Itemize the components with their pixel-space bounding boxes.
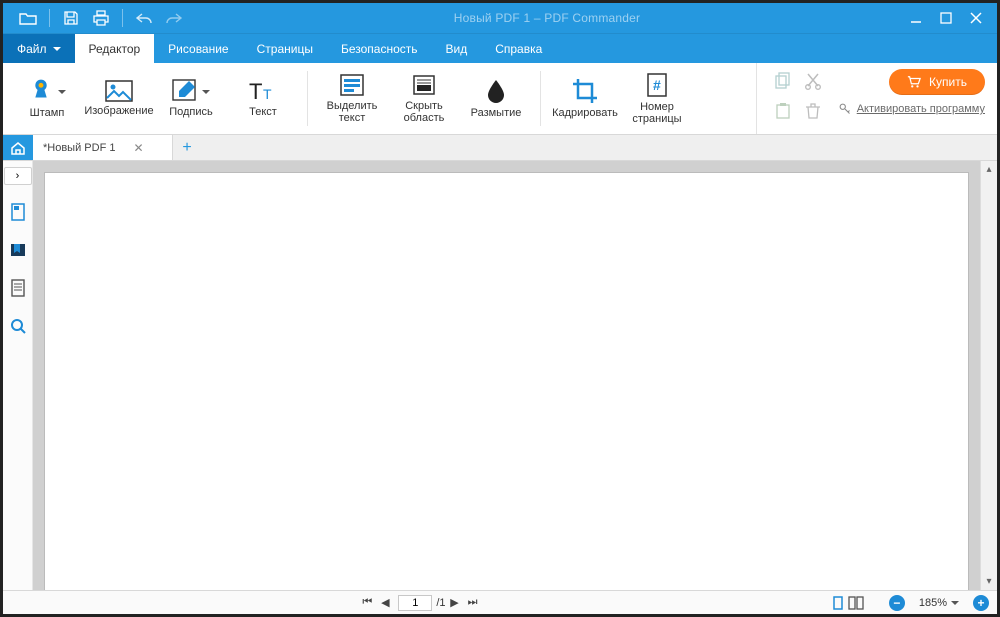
menubar: Файл Редактор Рисование Страницы Безопас… bbox=[3, 33, 997, 63]
side-panel: › bbox=[3, 161, 33, 590]
chevron-down-icon bbox=[202, 90, 210, 94]
menu-drawing[interactable]: Рисование bbox=[154, 34, 242, 63]
svg-text:T: T bbox=[249, 79, 262, 103]
zoom-dropdown[interactable]: 185% bbox=[913, 597, 965, 609]
menu-editor[interactable]: Редактор bbox=[75, 34, 155, 63]
ribbon: Штамп Изображение Подпись TT Текст Выдел… bbox=[3, 63, 997, 135]
cart-icon bbox=[907, 75, 921, 89]
hide-area-label: Скрыть область bbox=[388, 101, 460, 124]
menu-pages[interactable]: Страницы bbox=[243, 34, 327, 63]
menu-drawing-label: Рисование bbox=[168, 42, 228, 56]
add-tab-button[interactable]: + bbox=[173, 135, 201, 160]
signature-button[interactable]: Подпись bbox=[155, 64, 227, 134]
crop-label: Кадрировать bbox=[552, 108, 618, 120]
menu-help[interactable]: Справка bbox=[481, 34, 556, 63]
copy-icon[interactable] bbox=[771, 69, 795, 93]
first-page-button[interactable]: ⏮ bbox=[358, 594, 376, 612]
home-tab[interactable] bbox=[3, 135, 33, 160]
page-number-input[interactable] bbox=[398, 595, 432, 611]
home-icon bbox=[10, 141, 26, 155]
thumbnails-icon[interactable] bbox=[7, 201, 29, 223]
menu-security-label: Безопасность bbox=[341, 42, 418, 56]
zoom-in-button[interactable]: + bbox=[973, 595, 989, 611]
separator bbox=[122, 9, 123, 27]
zoom-value: 185% bbox=[919, 597, 947, 609]
two-page-view-icon[interactable] bbox=[847, 594, 865, 612]
page-number-label: Номер страницы bbox=[621, 102, 693, 125]
menu-help-label: Справка bbox=[495, 42, 542, 56]
page-number-button[interactable]: # Номер страницы bbox=[621, 64, 693, 134]
image-button[interactable]: Изображение bbox=[83, 64, 155, 134]
menu-file[interactable]: Файл bbox=[3, 34, 75, 63]
paste-icon[interactable] bbox=[771, 99, 795, 123]
blur-label: Размытие bbox=[471, 108, 522, 120]
document-page[interactable] bbox=[45, 173, 968, 590]
menu-pages-label: Страницы bbox=[257, 42, 313, 56]
redo-icon[interactable] bbox=[159, 3, 189, 33]
scroll-down-icon[interactable]: ▾ bbox=[981, 573, 997, 590]
plus-icon: + bbox=[182, 139, 191, 157]
prev-page-button[interactable]: ◀ bbox=[376, 594, 394, 612]
close-button[interactable] bbox=[965, 7, 987, 29]
stamp-label: Штамп bbox=[30, 108, 65, 120]
minimize-button[interactable] bbox=[905, 7, 927, 29]
open-file-icon[interactable] bbox=[13, 3, 43, 33]
canvas-viewport[interactable] bbox=[33, 161, 980, 590]
buy-label: Купить bbox=[929, 75, 967, 89]
maximize-button[interactable] bbox=[935, 7, 957, 29]
single-page-view-icon[interactable] bbox=[829, 594, 847, 612]
window-title: Новый PDF 1 – PDF Commander bbox=[189, 11, 905, 25]
save-icon[interactable] bbox=[56, 3, 86, 33]
work-area: › ▴ ▾ bbox=[3, 161, 997, 590]
delete-icon[interactable] bbox=[801, 99, 825, 123]
undo-icon[interactable] bbox=[129, 3, 159, 33]
activate-label: Активировать программу bbox=[857, 103, 985, 115]
menu-file-label: Файл bbox=[17, 42, 47, 56]
scroll-up-icon[interactable]: ▴ bbox=[981, 161, 997, 178]
search-icon[interactable] bbox=[7, 315, 29, 337]
blur-button[interactable]: Размытие bbox=[460, 64, 532, 134]
hide-area-button[interactable]: Скрыть область bbox=[388, 64, 460, 134]
text-button[interactable]: TT Текст bbox=[227, 64, 299, 134]
cut-icon[interactable] bbox=[801, 69, 825, 93]
key-icon bbox=[839, 103, 851, 115]
highlight-button[interactable]: Выделить текст bbox=[316, 64, 388, 134]
titlebar: Новый PDF 1 – PDF Commander bbox=[3, 3, 997, 33]
menu-security[interactable]: Безопасность bbox=[327, 34, 432, 63]
document-tabs: *Новый PDF 1 ✕ + bbox=[3, 135, 997, 161]
highlight-label: Выделить текст bbox=[316, 101, 388, 124]
separator bbox=[49, 9, 50, 27]
signature-label: Подпись bbox=[169, 107, 213, 119]
svg-text:#: # bbox=[653, 77, 661, 93]
vertical-scrollbar[interactable]: ▴ ▾ bbox=[980, 161, 997, 590]
canvas: ▴ ▾ bbox=[33, 161, 997, 590]
menu-view-label: Вид bbox=[446, 42, 468, 56]
page-total: /1 bbox=[436, 597, 445, 609]
image-label: Изображение bbox=[84, 106, 153, 118]
chevron-down-icon bbox=[53, 47, 61, 51]
svg-text:T: T bbox=[263, 86, 272, 102]
close-tab-icon[interactable]: ✕ bbox=[133, 141, 143, 155]
activate-link[interactable]: Активировать программу bbox=[839, 103, 985, 115]
print-icon[interactable] bbox=[86, 3, 116, 33]
menu-view[interactable]: Вид bbox=[432, 34, 482, 63]
document-tab-title: *Новый PDF 1 bbox=[43, 142, 115, 154]
text-label: Текст bbox=[249, 107, 277, 119]
zoom-out-button[interactable]: − bbox=[889, 595, 905, 611]
buy-button[interactable]: Купить bbox=[889, 69, 985, 95]
chevron-down-icon bbox=[58, 90, 66, 94]
chevron-down-icon bbox=[951, 601, 959, 605]
crop-button[interactable]: Кадрировать bbox=[549, 64, 621, 134]
last-page-button[interactable]: ⏭ bbox=[464, 594, 482, 612]
document-tab[interactable]: *Новый PDF 1 ✕ bbox=[33, 135, 173, 160]
bookmarks-icon[interactable] bbox=[7, 239, 29, 261]
next-page-button[interactable]: ▶ bbox=[446, 594, 464, 612]
stamp-button[interactable]: Штамп bbox=[11, 64, 83, 134]
expand-panel-button[interactable]: › bbox=[4, 167, 32, 185]
menu-editor-label: Редактор bbox=[89, 42, 141, 56]
attachments-icon[interactable] bbox=[7, 277, 29, 299]
status-bar: ⏮ ◀ /1 ▶ ⏭ − 185% + bbox=[3, 590, 997, 614]
